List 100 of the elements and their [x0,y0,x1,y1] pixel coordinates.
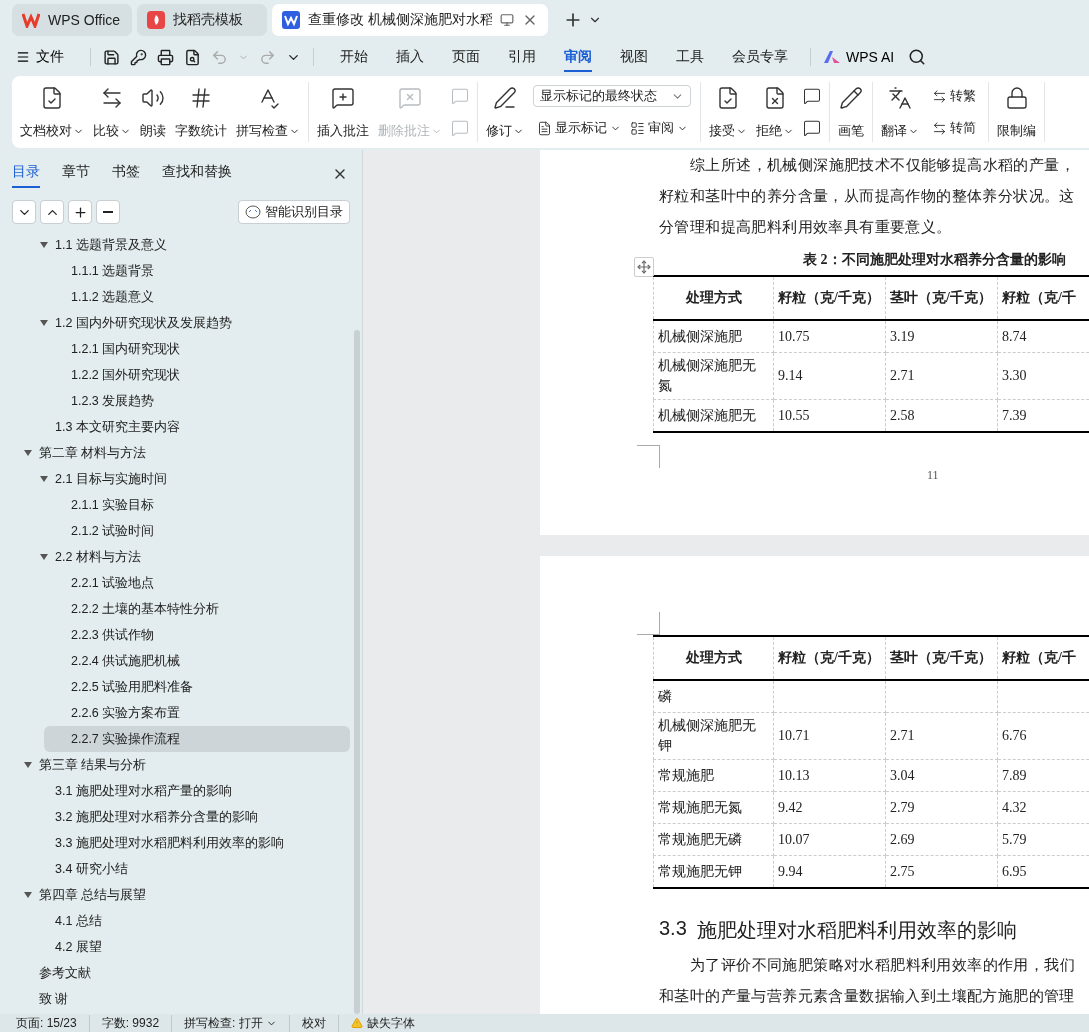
outline-item[interactable]: 2.2.1 试验地点 [44,570,350,596]
app-tab[interactable]: 找稻壳模板 [137,4,267,36]
ribbon-button[interactable]: 限制编 [993,82,1040,142]
key-icon[interactable] [130,48,147,66]
outline-item[interactable]: 2.2.3 供试作物 [44,622,350,648]
outline-item[interactable]: 1.1.1 选题背景 [44,258,350,284]
ribbon-button[interactable]: 拒绝 [752,82,798,142]
outline-item[interactable]: 第四章 总结与展望 [12,882,350,908]
word-count[interactable]: 字数: 9932 [101,1014,173,1032]
ribbon-button[interactable]: 接受 [705,82,751,142]
page-indicator[interactable]: 页面: 15/23 [16,1014,90,1032]
toolbar-button[interactable]: 转简 [928,117,980,139]
outline-item[interactable]: 3.3 施肥处理对水稻肥料利用效率的影响 [28,830,350,856]
outline-item[interactable]: 1.2 国内外研究现状及发展趋势 [28,310,350,336]
outline-item[interactable]: 1.2.3 发展趋势 [44,388,350,414]
ribbon-tab[interactable]: 会员专享 [732,42,788,72]
outline-item[interactable]: 1.1 选题背景及意义 [28,232,350,258]
expanded-triangle-icon[interactable] [40,320,48,326]
outline-item[interactable]: 2.2.6 实验方案布置 [44,700,350,726]
outline-item[interactable]: 3.2 施肥处理对水稻养分含量的影响 [28,804,350,830]
crop-mark [637,445,660,468]
move-handle[interactable] [634,257,654,277]
panel-tab[interactable]: 章节 [62,163,90,188]
ribbon-button[interactable]: 文档校对 [16,82,88,142]
outline-item[interactable]: 2.2.7 实验操作流程 [44,726,350,752]
outline-item[interactable]: 第三章 结果与分析 [12,752,350,778]
missing-fonts-button[interactable]: 缺失字体 [350,1014,415,1032]
panel-tab[interactable]: 查找和替换 [162,163,232,188]
search-icon[interactable] [908,48,927,66]
ribbon-button[interactable]: 字数统计 [171,82,231,142]
ribbon-tab[interactable]: 审阅 [564,42,592,72]
outline-item[interactable]: 1.1.2 选题意义 [44,284,350,310]
comment-delete-icon [398,86,422,110]
ai-button[interactable]: WPS AI [823,49,895,65]
outline-item[interactable]: 2.2 材料与方法 [28,544,350,570]
ribbon-button[interactable]: 朗读 [136,82,170,142]
ribbon-tab[interactable]: 开始 [340,42,368,72]
expanded-triangle-icon[interactable] [40,476,48,482]
toolbar-button[interactable]: 转繁 [928,85,980,107]
outline-item[interactable]: 参考文献 [12,960,350,986]
table-cell: 3.04 [885,759,998,792]
add-button[interactable] [68,200,92,224]
ribbon-tab[interactable]: 引用 [508,42,536,72]
plus-icon [72,204,88,220]
collapse-button[interactable] [12,200,36,224]
ribbon-tab[interactable]: 视图 [620,42,648,72]
outline-item[interactable]: 2.2.5 试验用肥料准备 [44,674,350,700]
outline-item[interactable]: 2.1.1 实验目标 [44,492,350,518]
expanded-triangle-icon[interactable] [24,450,32,456]
expanded-triangle-icon[interactable] [24,762,32,768]
ribbon-button[interactable]: 比较 [89,82,135,142]
document-x-icon [763,86,787,110]
ribbon-button[interactable]: 拼写检查 [232,82,304,142]
outline-item[interactable]: 1.2.2 国外研究现状 [44,362,350,388]
outline-item[interactable]: 致 谢 [12,986,350,1012]
outline-item[interactable]: 3.4 研究小结 [28,856,350,882]
next-comment-button[interactable] [803,119,821,137]
scrollbar[interactable] [354,330,360,1014]
column-header: 籽粒（克/千 [997,276,1089,320]
outline-item[interactable]: 2.1.2 试验时间 [44,518,350,544]
panel-tab[interactable]: 目录 [12,163,40,188]
ribbon-tab[interactable]: 插入 [396,42,424,72]
ribbon-tab[interactable]: 页面 [452,42,480,72]
spell-check-toggle[interactable]: 拼写检查: 打开 [184,1014,290,1032]
print-preview-icon[interactable] [184,48,201,66]
minus-icon [103,211,113,213]
markup-select[interactable]: 显示标记的最终状态 [533,85,691,108]
outline-item[interactable]: 4.2 展望 [28,934,350,960]
print-icon[interactable] [157,48,174,66]
outline-item[interactable]: 2.2.4 供试施肥机械 [44,648,350,674]
remove-button[interactable] [96,200,120,224]
file-menu-button[interactable]: 文件 [16,48,64,66]
panel-tab[interactable]: 书签 [112,163,140,188]
comment-add-icon [331,86,355,110]
ribbon-button[interactable]: 翻译 [877,82,923,142]
outline-item[interactable]: 1.3 本文研究主要内容 [28,414,350,440]
expanded-triangle-icon[interactable] [40,242,48,248]
outline-item[interactable]: 4.1 总结 [28,908,350,934]
outline-item[interactable]: 第二章 材料与方法 [12,440,350,466]
app-tab[interactable]: WPS Office [12,4,132,36]
save-icon[interactable] [103,48,120,66]
toolbar-button[interactable]: 审阅 [626,117,692,139]
ribbon-button[interactable]: 插入批注 [313,82,373,142]
ribbon-button[interactable]: 修订 [482,82,528,142]
page-number: 11 [926,468,940,483]
smart-outline-button[interactable]: 智能识别目录 [238,200,350,224]
ribbon-button[interactable]: 画笔 [834,82,868,142]
proofread-button[interactable]: 校对 [301,1014,339,1032]
outline-item[interactable]: 2.2.2 土壤的基本特性分析 [44,596,350,622]
outline-item[interactable]: 3.1 施肥处理对水稻产量的影响 [28,778,350,804]
monitor-icon[interactable] [500,13,514,27]
paragraph-line: 和茎叶的产量与营养元素含量数据输入到土壤配方施肥的管理 [658,987,1076,1006]
outline-item[interactable]: 2.1 目标与实施时间 [28,466,350,492]
previous-comment-button[interactable] [803,87,821,105]
expanded-triangle-icon[interactable] [40,554,48,560]
toolbar-button[interactable]: 显示标记 [533,117,625,139]
outline-item[interactable]: 1.2.1 国内研究现状 [44,336,350,362]
table-caption: 表 2：不同施肥处理对水稻养分含量的影响 [802,251,1067,269]
ribbon-tab[interactable]: 工具 [676,42,704,72]
expanded-triangle-icon[interactable] [24,892,32,898]
